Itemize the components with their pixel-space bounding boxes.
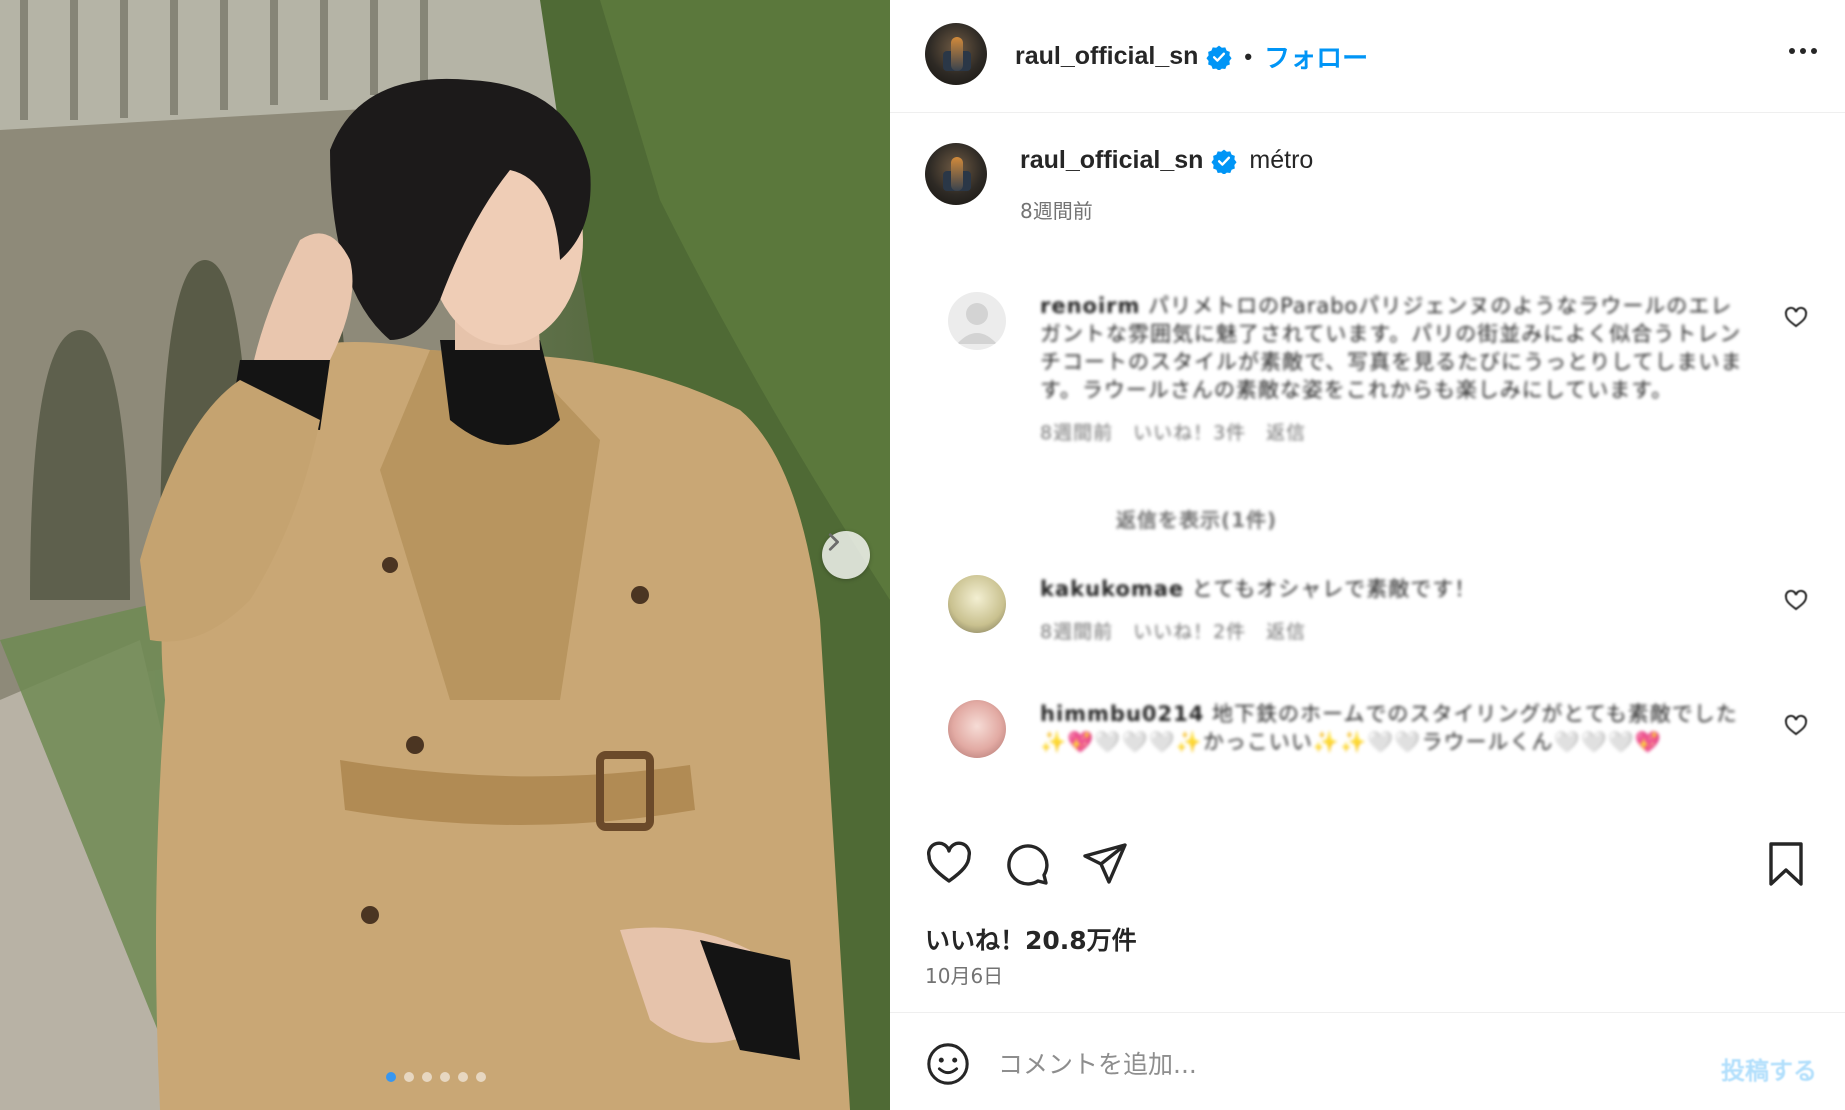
comment-text: himmbu0214 地下鉄のホームでのスタイリングがとても素敵でした✨💖🤍🤍🤍… xyxy=(1040,700,1750,756)
comment-like-heart-icon[interactable] xyxy=(1784,589,1808,613)
comment-text: renoirm パリメトロのParaboパリジェンヌのようなラウールのエレガント… xyxy=(1040,292,1750,404)
follow-button[interactable]: フォロー xyxy=(1264,38,1368,75)
bookmark-icon[interactable] xyxy=(1762,840,1810,888)
comment-username[interactable]: kakukomae xyxy=(1040,577,1184,601)
caption-username[interactable]: raul_official_sn xyxy=(1020,146,1203,175)
caption-author-avatar[interactable] xyxy=(925,143,987,205)
carousel-dot xyxy=(440,1072,450,1082)
default-avatar-icon xyxy=(957,303,997,344)
next-photo-button[interactable] xyxy=(822,531,870,579)
post-comment-button[interactable]: 投稿する xyxy=(1721,1051,1817,1086)
post-header: raul_official_sn • フォロー xyxy=(890,0,1845,113)
smiley-face-icon[interactable] xyxy=(925,1041,971,1087)
post-panel: raul_official_sn • フォロー raul_official_sn… xyxy=(890,0,1845,1110)
comment-content: とてもオシャレで素敵です！ xyxy=(1191,577,1477,601)
view-replies-link[interactable]: 返信を表示(1件) xyxy=(1116,504,1277,533)
comment-body: renoirm パリメトロのParaboパリジェンヌのようなラウールのエレガント… xyxy=(1040,292,1750,445)
post-action-bar xyxy=(925,840,1810,890)
comment-item: kakukomae とてもオシャレで素敵です！ 8週間前 いいね！2件 返信 xyxy=(948,575,1808,655)
verified-badge-icon xyxy=(1206,45,1232,70)
comment-text: kakukomae とてもオシャレで素敵です！ xyxy=(1040,575,1750,603)
more-options-icon[interactable] xyxy=(1789,48,1817,54)
paper-plane-icon[interactable] xyxy=(1081,840,1129,888)
carousel-dot xyxy=(386,1072,396,1082)
carousel-indicator xyxy=(386,1072,486,1082)
caption-row: raul_official_sn métro xyxy=(1020,146,1313,175)
verified-badge-icon xyxy=(1211,149,1237,174)
comment-meta: 8週間前 いいね！2件 返信 xyxy=(1040,621,1307,643)
comment-meta: 8週間前 いいね！3件 返信 xyxy=(1040,422,1307,444)
comment-username[interactable]: himmbu0214 xyxy=(1040,702,1204,726)
comment-bubble-icon[interactable] xyxy=(1003,840,1051,888)
comment-like-heart-icon[interactable] xyxy=(1784,306,1808,330)
comment-input[interactable] xyxy=(998,1039,1658,1089)
heart-icon[interactable] xyxy=(925,840,973,888)
comment-item: himmbu0214 地下鉄のホームでのスタイリングがとても素敵でした✨💖🤍🤍🤍… xyxy=(948,700,1808,800)
comment-item: renoirm パリメトロのParaboパリジェンヌのようなラウールのエレガント… xyxy=(948,292,1808,472)
comment-composer: 投稿する xyxy=(890,1012,1845,1110)
commenter-avatar[interactable] xyxy=(948,575,1006,633)
post-media[interactable] xyxy=(0,0,890,1110)
carousel-dot xyxy=(476,1072,486,1082)
commenter-avatar[interactable] xyxy=(948,700,1006,758)
post-photo xyxy=(0,0,890,1110)
separator-dot: • xyxy=(1244,43,1253,69)
carousel-dot xyxy=(422,1072,432,1082)
comment-username[interactable]: renoirm xyxy=(1040,294,1140,318)
author-avatar[interactable] xyxy=(925,23,987,85)
comment-body: himmbu0214 地下鉄のホームでのスタイリングがとても素敵でした✨💖🤍🤍🤍… xyxy=(1040,700,1750,756)
comment-content: パリメトロのParaboパリジェンヌのようなラウールのエレガントな雰囲気に魅了さ… xyxy=(1040,294,1743,402)
header-username[interactable]: raul_official_sn xyxy=(1015,42,1198,71)
header-user-row: raul_official_sn • フォロー xyxy=(1015,38,1368,75)
caption-timestamp: 8週間前 xyxy=(1020,199,1093,223)
commenter-avatar[interactable] xyxy=(948,292,1006,350)
post-date: 10月6日 xyxy=(925,964,1004,988)
comment-like-heart-icon[interactable] xyxy=(1784,714,1808,738)
carousel-dot xyxy=(458,1072,468,1082)
like-count[interactable]: いいね！20.8万件 xyxy=(925,921,1137,957)
chevron-right-icon xyxy=(828,533,839,551)
caption-text: métro xyxy=(1249,146,1314,174)
carousel-dot xyxy=(404,1072,414,1082)
comment-body: kakukomae とてもオシャレで素敵です！ 8週間前 いいね！2件 返信 xyxy=(1040,575,1750,644)
